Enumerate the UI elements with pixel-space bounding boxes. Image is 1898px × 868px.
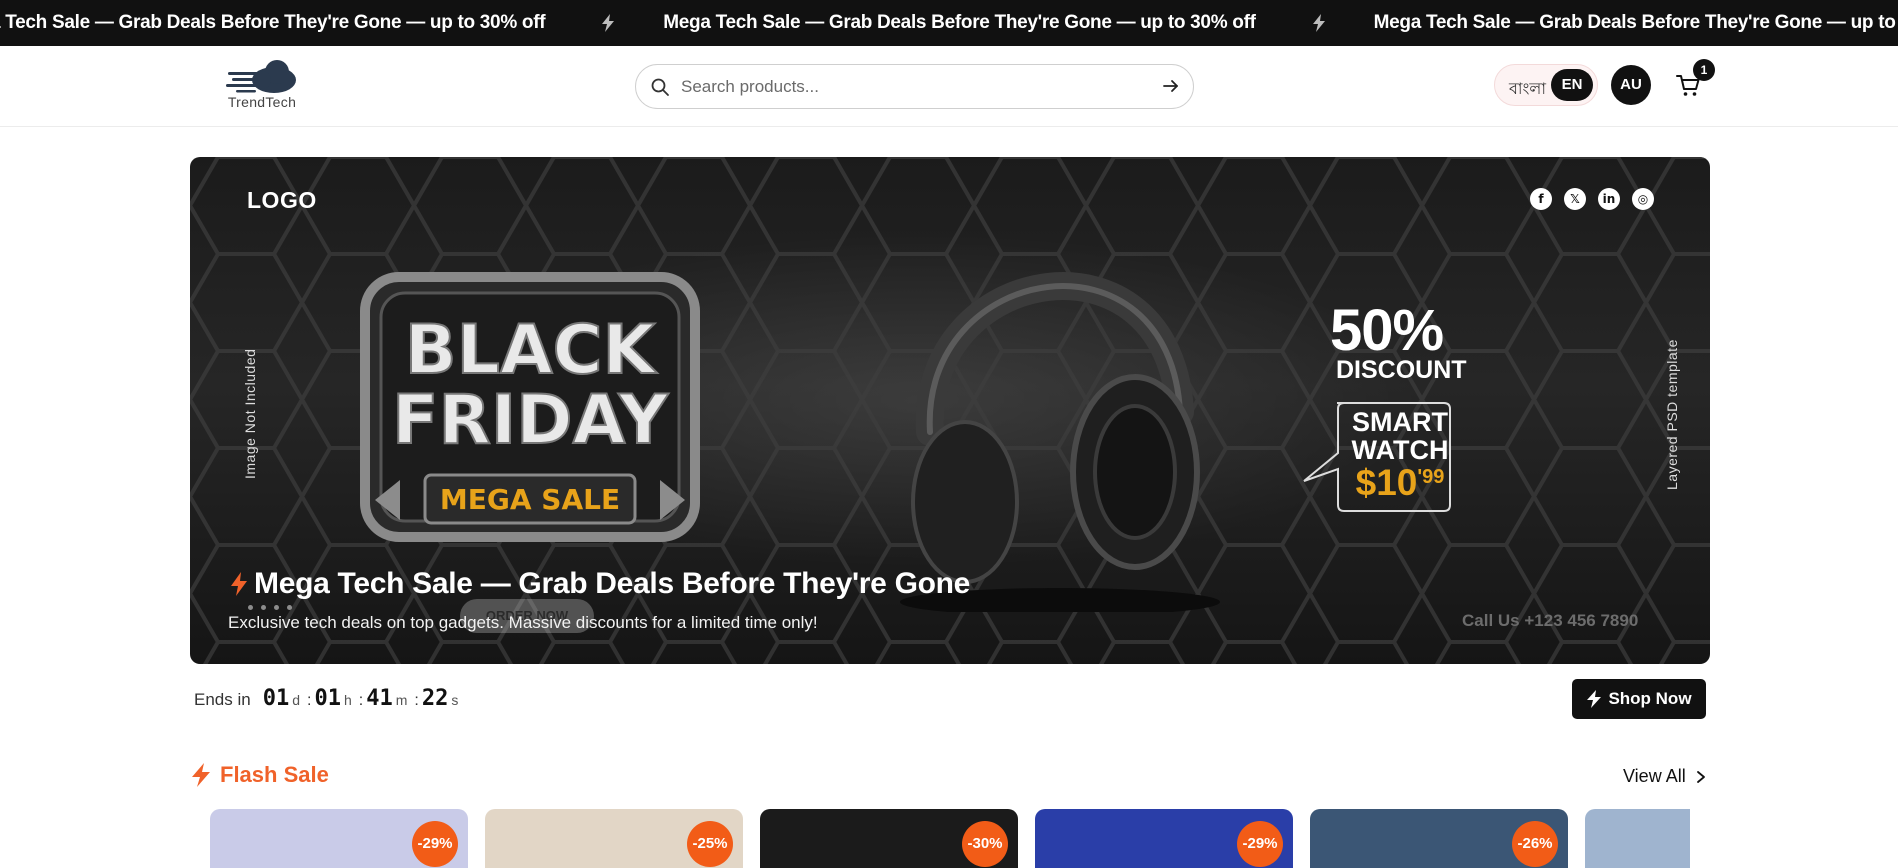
banner-side-note-left: Image Not Included (242, 348, 258, 479)
product-card[interactable]: -29% (1035, 809, 1293, 868)
bubble-price-cents: '99 (1417, 466, 1445, 488)
site-header: TrendTech বাংলা EN AU 1 (0, 46, 1898, 127)
banner-social-icons: f 𝕏in ◎ (1530, 188, 1654, 210)
facebook-icon[interactable]: f (1530, 188, 1552, 210)
linkedin-icon[interactable]: in (1598, 188, 1620, 210)
view-all-link[interactable]: View All (1623, 766, 1708, 787)
ticker-text: Mega Tech Sale — Grab Deals Before They'… (1373, 12, 1898, 33)
discount-badge: -25% (687, 821, 733, 867)
lang-option-english[interactable]: EN (1551, 69, 1593, 101)
view-all-label: View All (1623, 766, 1686, 786)
x-twitter-icon[interactable]: 𝕏 (1564, 188, 1586, 210)
bubble-price-main: $10 (1355, 462, 1418, 503)
banner-title-text: Mega Tech Sale — Grab Deals Before They'… (254, 567, 971, 600)
bubble-price: $10'99 (1350, 462, 1450, 504)
lang-option-bangla[interactable]: বাংলা (1509, 76, 1546, 103)
carousel-dot[interactable] (261, 605, 266, 610)
announcement-ticker: a Tech Sale — Grab Deals Before They're … (0, 0, 1898, 46)
product-card[interactable]: -29% (210, 809, 468, 868)
ticker-item: Mega Tech Sale — Grab Deals Before They'… (663, 12, 1373, 34)
ticker-item: Mega Tech Sale — Grab Deals Before They'… (1374, 12, 1898, 34)
chevron-right-icon (1696, 770, 1705, 783)
product-card[interactable]: -25% (485, 809, 743, 868)
arrow-right-icon[interactable] (1161, 76, 1181, 96)
lightning-icon (1587, 690, 1602, 708)
cart-count-badge: 1 (1693, 59, 1715, 81)
search-input[interactable] (681, 74, 1131, 100)
sale-countdown: Ends in 01 d: 01 h: 41 m: 22 s (194, 686, 462, 711)
countdown-seconds-unit: s (451, 692, 459, 708)
flash-sale-heading: Flash Sale (190, 762, 329, 788)
cloud-logo-icon (226, 60, 296, 93)
lightning-icon (1312, 14, 1325, 32)
ticker-text: Mega Tech Sale — Grab Deals Before They'… (663, 12, 1256, 33)
carousel-dot[interactable] (274, 605, 279, 610)
ticker-text: a Tech Sale — Grab Deals Before They're … (0, 12, 546, 33)
user-avatar[interactable]: AU (1611, 65, 1651, 105)
flash-sale-title: Flash Sale (220, 762, 329, 787)
countdown-minutes-unit: m (395, 692, 408, 708)
discount-word: DISCOUNT (1336, 356, 1467, 384)
countdown-label: Ends in (194, 690, 251, 709)
ticker-item: a Tech Sale — Grab Deals Before They're … (0, 12, 663, 34)
headphone-image (900, 272, 1220, 612)
banner-side-note-right: Layered PSD template (1664, 339, 1680, 490)
black-friday-graphic: BLACK FRIDAY MEGA SALE (360, 272, 700, 542)
shop-now-label: Shop Now (1608, 689, 1692, 708)
countdown-hours-unit: h (343, 692, 352, 708)
lightning-icon (602, 14, 615, 32)
hero-banner[interactable]: LOGO f 𝕏in ◎ Image Not Included Layered PS… (190, 157, 1710, 664)
shop-now-button[interactable]: Shop Now (1572, 679, 1706, 719)
site-logo[interactable]: TrendTech (222, 58, 302, 114)
product-card[interactable]: -26% (1310, 809, 1568, 868)
lightning-icon (231, 572, 247, 596)
lightning-icon (192, 763, 210, 787)
banner-carousel-dots[interactable] (248, 605, 292, 610)
product-card[interactable] (1585, 809, 1690, 868)
discount-percent: 50% (1330, 298, 1444, 363)
banner-call-us: Call Us +123 456 7890 (1462, 611, 1639, 630)
countdown-days: 01 (262, 686, 290, 711)
ticker-track: a Tech Sale — Grab Deals Before They're … (0, 0, 1898, 46)
countdown-separator: : (358, 692, 364, 709)
discount-badge: -29% (1237, 821, 1283, 867)
countdown-separator: : (307, 692, 312, 709)
carousel-dot[interactable] (287, 605, 292, 610)
discount-badge: -29% (412, 821, 458, 867)
countdown-separator: : (414, 692, 419, 709)
banner-title: Mega Tech Sale — Grab Deals Before They'… (228, 567, 970, 601)
discount-badge: -26% (1512, 821, 1558, 867)
search-icon (651, 78, 669, 96)
countdown-seconds: 22 (421, 686, 449, 711)
bf-line-2: FRIDAY (392, 381, 669, 460)
countdown-hours: 01 (314, 686, 341, 711)
bf-line-1: BLACK (405, 311, 658, 390)
product-card[interactable]: -30% (760, 809, 1018, 868)
search-bar (635, 64, 1194, 109)
instagram-icon[interactable]: ◎ (1632, 188, 1654, 210)
banner-logo-text: LOGO (247, 187, 317, 213)
countdown-days-unit: d (292, 692, 300, 708)
carousel-dot[interactable] (248, 605, 253, 610)
flash-sale-carousel: -29% -25% -30% -29% -26% (210, 809, 1690, 868)
discount-badge: -30% (962, 821, 1008, 867)
language-toggle[interactable]: বাংলা EN (1494, 64, 1598, 106)
bubble-line-1: SMART (1352, 407, 1448, 437)
banner-subtitle: Exclusive tech deals on top gadgets. Mas… (228, 613, 818, 632)
logo-text: TrendTech (227, 94, 297, 110)
countdown-minutes: 41 (366, 686, 393, 711)
mega-sale-label: MEGA SALE (440, 483, 620, 516)
